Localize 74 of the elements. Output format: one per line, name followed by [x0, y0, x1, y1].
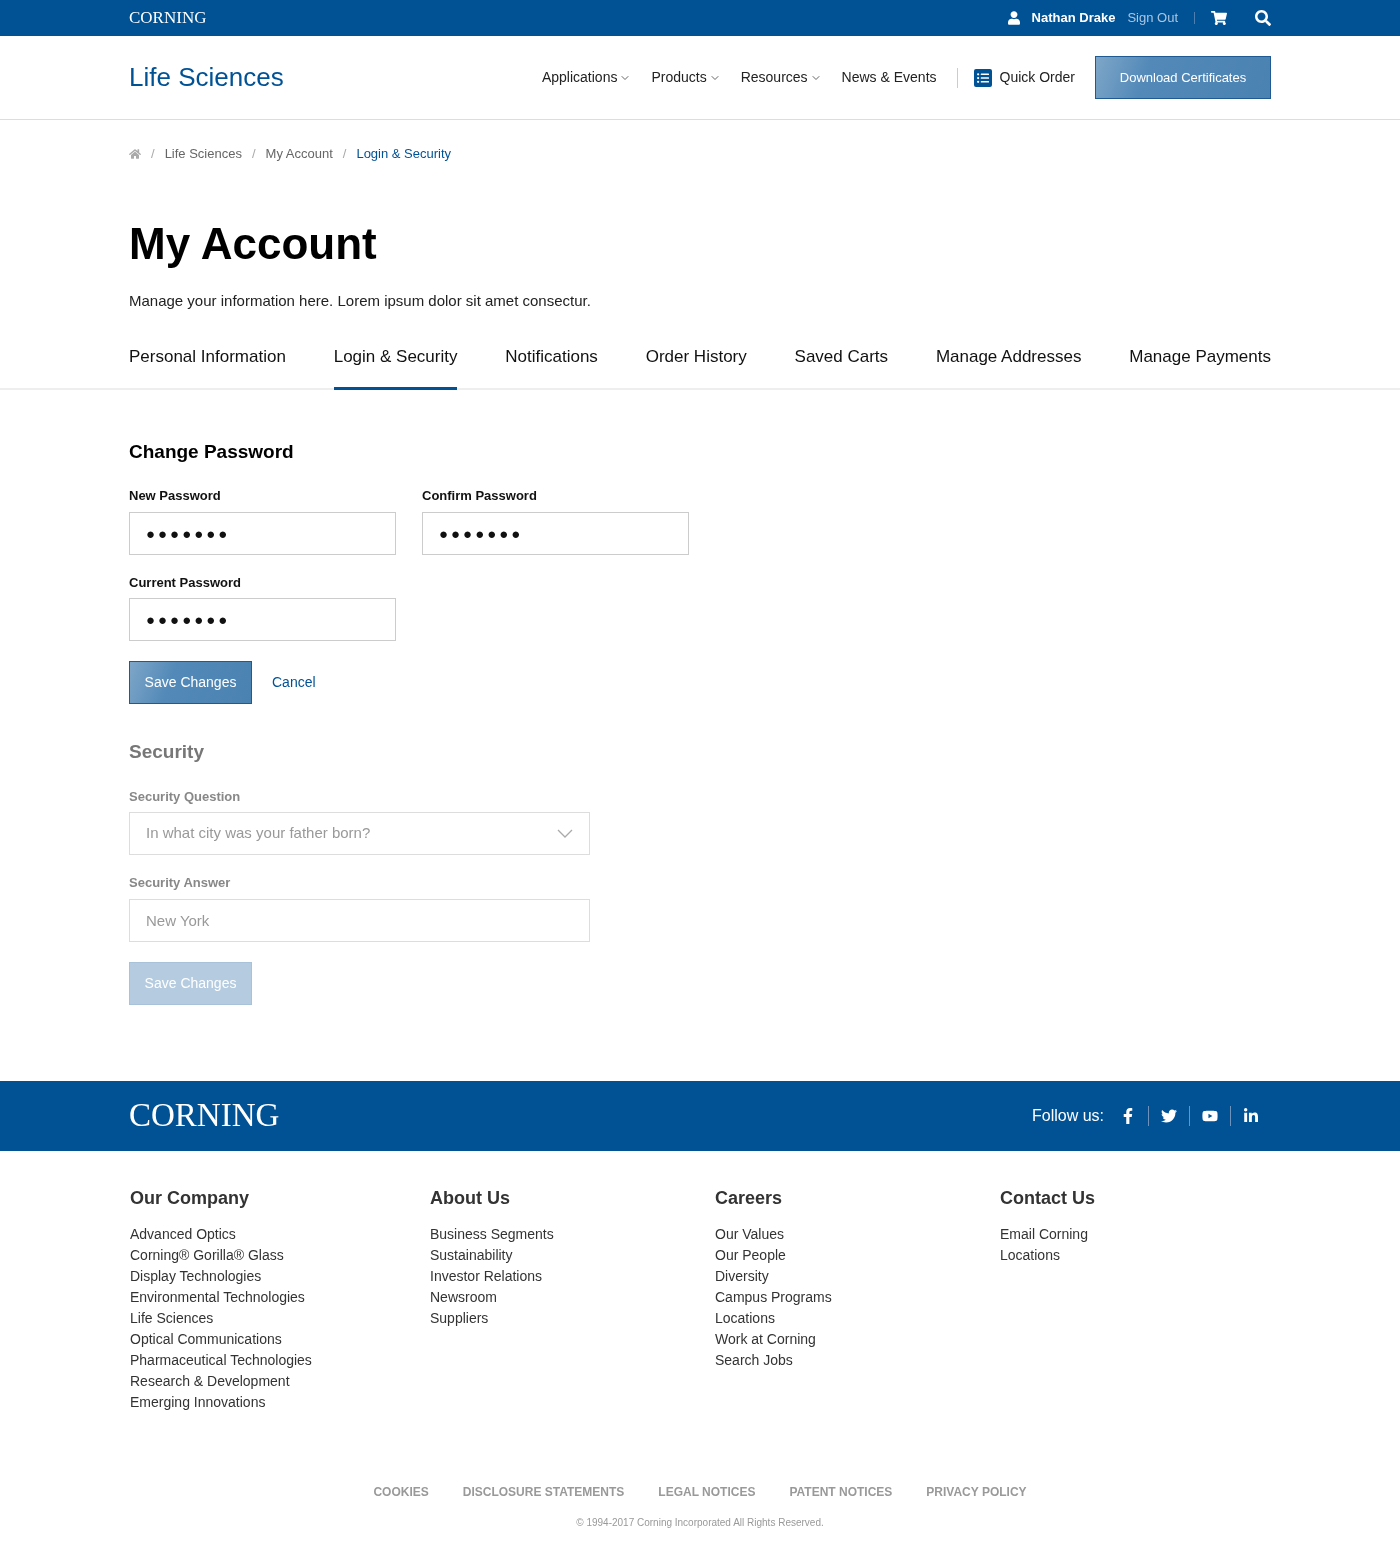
footer-link[interactable]: Locations	[715, 1307, 999, 1329]
tab[interactable]: Manage Addresses	[935, 344, 1082, 390]
list-icon	[973, 68, 992, 87]
footer-link[interactable]: Business Segments	[430, 1223, 714, 1245]
linkedin-icon[interactable]	[1243, 1107, 1259, 1124]
search-icon[interactable]	[1255, 10, 1271, 26]
field-label: Current Password	[129, 573, 242, 592]
footer-link[interactable]: Display Technologies	[130, 1265, 429, 1287]
breadcrumb-link[interactable]: Life Sciences	[164, 144, 242, 164]
footer-link[interactable]: Corning® Gorilla® Glass	[130, 1244, 429, 1266]
footer-logo[interactable]: CORNING	[129, 1090, 280, 1141]
download-certificates-button[interactable]: Download Certificates	[1095, 56, 1271, 99]
footer-heading: Our Company	[130, 1186, 250, 1210]
footer-link[interactable]: Diversity	[715, 1265, 999, 1287]
user-icon	[1007, 11, 1020, 25]
cancel-link[interactable]: Cancel	[272, 672, 316, 693]
field-label: Confirm Password	[422, 487, 538, 505]
input-field[interactable]: ●●●●●●●	[422, 511, 689, 555]
input-field[interactable]: ●●●●●●●	[129, 511, 396, 555]
nav-link[interactable]: News & Events	[841, 67, 937, 88]
save-button[interactable]: Save Changes	[129, 661, 252, 704]
section-title: Change Password	[129, 439, 295, 464]
site-title[interactable]: Life Sciences	[129, 58, 284, 97]
breadcrumb-separator: /	[151, 145, 155, 163]
field-label: Security Question	[129, 787, 242, 806]
field-label: New Password	[129, 487, 222, 505]
footer-link[interactable]: Sustainability	[430, 1244, 714, 1266]
cart-icon[interactable]	[1211, 10, 1227, 26]
logo[interactable]: CORNING	[129, 5, 207, 31]
nav-link[interactable]: Products	[651, 67, 721, 88]
footer-link[interactable]: Emerging Innovations	[130, 1391, 429, 1413]
tab[interactable]: Personal Information	[129, 344, 286, 390]
footer-heading: About Us	[430, 1186, 511, 1210]
breadcrumb-separator: /	[342, 145, 347, 163]
tab[interactable]: Login & Security	[333, 344, 458, 390]
footer-link[interactable]: Search Jobs	[715, 1349, 999, 1371]
footer-heading: Careers	[715, 1186, 784, 1210]
bird-icon[interactable]	[1161, 1107, 1177, 1124]
footer-link[interactable]: Newsroom	[430, 1286, 714, 1308]
footer-link[interactable]: Pharmaceutical Technologies	[130, 1349, 429, 1371]
breadcrumb-link[interactable]: My Account	[265, 144, 333, 164]
footer-link[interactable]: Life Sciences	[130, 1307, 429, 1329]
user-name[interactable]: Nathan Drake	[1031, 8, 1116, 28]
tab[interactable]: Saved Carts	[794, 344, 889, 390]
tab[interactable]: Notifications	[505, 344, 598, 390]
footer-link[interactable]: Environmental Technologies	[130, 1286, 429, 1308]
footer-link[interactable]: Our People	[715, 1244, 999, 1266]
tab[interactable]: Manage Payments	[1129, 344, 1271, 390]
footer-link[interactable]: Our Values	[715, 1223, 999, 1245]
footer-link[interactable]: Research & Development	[130, 1370, 429, 1392]
footer-link[interactable]: Advanced Optics	[130, 1223, 429, 1245]
section-title: Security	[129, 740, 205, 764]
copyright: © 1994-2017 Corning Incorporated All Rights Reserved.	[575, 1515, 825, 1530]
intro-text: Manage your information here. Lorem ipsum dolor sit amet consectur.	[129, 290, 592, 311]
footer-link[interactable]: Suppliers	[430, 1307, 714, 1329]
footer-link[interactable]: Email Corning	[1000, 1223, 1271, 1245]
footer-link[interactable]: Optical Communications	[130, 1328, 429, 1350]
breadcrumb-separator: /	[251, 145, 256, 163]
input-field[interactable]: ●●●●●●●	[129, 598, 396, 641]
footer-link[interactable]: Campus Programs	[715, 1286, 999, 1308]
footer-link[interactable]: Investor Relations	[430, 1265, 714, 1287]
nav-link[interactable]: Applications	[541, 67, 632, 88]
chevron-icon	[557, 829, 573, 838]
tab[interactable]: Order History	[645, 344, 747, 390]
footer-heading: Contact Us	[1000, 1186, 1096, 1210]
sign-out-link[interactable]: Sign Out	[1127, 8, 1178, 28]
follow-label: Follow us:	[1031, 1105, 1104, 1126]
page-title: My Account	[129, 221, 378, 266]
nav-link[interactable]: Resources	[740, 67, 822, 88]
breadcrumb-link[interactable]: Login & Security	[356, 144, 452, 164]
field-label: Security Answer	[129, 874, 232, 892]
footer-link[interactable]: Locations	[1000, 1244, 1271, 1266]
footer-link[interactable]: Work at Corning	[715, 1328, 999, 1350]
quick-order-link[interactable]: Quick Order	[973, 67, 1075, 88]
